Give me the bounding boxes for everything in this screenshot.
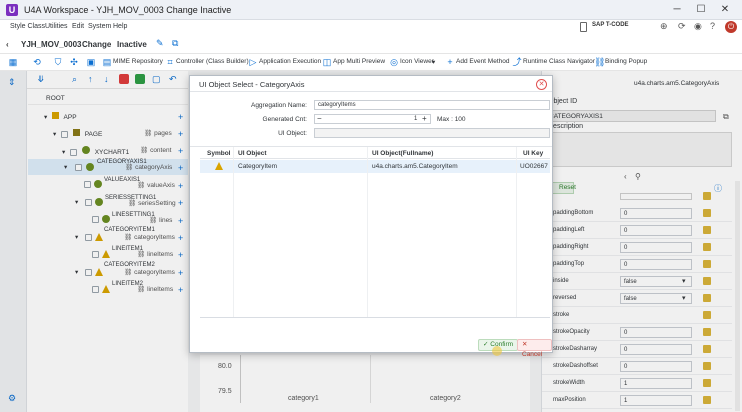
help-icon[interactable]: ? [710, 21, 715, 31]
row-ui-object: CategoryItem [238, 163, 278, 170]
status-label: Inactive [117, 40, 147, 49]
col-ui-object-fullname[interactable]: UI Object(Fullname) [372, 150, 433, 157]
menu-style-class[interactable]: Style Class [10, 23, 45, 30]
sync-icon[interactable]: ⟲ [32, 57, 42, 67]
plus-icon[interactable]: + [422, 115, 427, 123]
col-separator [367, 147, 368, 317]
window-title: U4A Workspace - YJH_MOV_0003 Change Inac… [24, 5, 232, 15]
app-id: YJH_MOV_0003 [21, 40, 82, 49]
save-icon[interactable]: ▣ [86, 57, 96, 67]
ui-object-field[interactable] [314, 128, 550, 138]
icon-viewer-icon[interactable]: ◎ [389, 57, 399, 67]
row-ui-key: UO02667 [520, 163, 548, 170]
col-symbol[interactable]: Symbol [207, 150, 230, 157]
app-header: ‹ YJH_MOV_0003 Change Inactive ✎ ⧉ [0, 35, 742, 54]
category-item-icon [215, 162, 223, 170]
dialog-header: UI Object Select - CategoryAxis ✕ [190, 76, 552, 92]
refresh-icon[interactable]: ⟳ [678, 21, 686, 32]
sap-tcode-label[interactable]: SAP T-CODE [592, 22, 629, 28]
mime-repository-button[interactable]: MIME Repository [113, 58, 163, 65]
maximize-icon[interactable]: ☐ [694, 3, 708, 17]
aggregation-name-label: Aggregation Name: [250, 102, 307, 109]
runtime-class-navigator-button[interactable]: Runtime Class Navigator [523, 58, 595, 65]
col-ui-object[interactable]: UI Object [238, 150, 267, 157]
minimize-icon[interactable]: ─ [670, 3, 684, 17]
binding-icon[interactable]: ⛓ [594, 57, 605, 67]
menu-edit[interactable]: Edit [72, 23, 84, 30]
table-header-divider [200, 158, 550, 159]
cancel-button[interactable]: ✕ Cancel [517, 339, 552, 358]
generated-cnt-label: Generated Cnt: [262, 116, 307, 123]
power-icon[interactable]: ⏻ [725, 21, 737, 33]
mime-icon[interactable]: ▤ [102, 57, 112, 67]
user-icon[interactable]: ◉ [694, 21, 702, 32]
menu-bar: Style Class Utilities Edit System Help S… [0, 20, 742, 35]
shield-icon[interactable]: ⛉ [53, 57, 63, 67]
controller-icon[interactable]: ⌗ [165, 57, 175, 67]
binding-popup-button[interactable]: Binding Popup [605, 58, 647, 65]
multi-preview-icon[interactable]: ◫ [322, 57, 332, 67]
globe-icon[interactable]: ⊕ [660, 21, 668, 32]
controller-button[interactable]: Controller (Class Builder) [176, 58, 249, 65]
ui-object-label: UI Object: [278, 130, 307, 137]
share-icon[interactable]: ✣ [69, 57, 79, 67]
window-titlebar: U U4A Workspace - YJH_MOV_0003 Change In… [0, 0, 742, 20]
mode-label: Change [82, 40, 112, 49]
tcode-icon [580, 22, 587, 32]
row-ui-object-fullname: u4a.charts.am5.CategoryItem [372, 163, 458, 170]
aggregation-name-field[interactable]: categoryItems [314, 100, 550, 110]
back-icon[interactable]: ‹ [6, 40, 9, 49]
chevron-down-icon[interactable]: ▾ [432, 58, 435, 66]
menu-system[interactable]: System [88, 23, 111, 30]
add-event-method-button[interactable]: Add Event Method [456, 58, 509, 65]
close-icon[interactable]: ✕ [536, 79, 547, 90]
navigator-icon[interactable]: ⤴ [512, 57, 522, 67]
app-logo-icon: U [6, 4, 18, 16]
max-label: Max : 100 [437, 116, 466, 123]
footer-divider [200, 317, 550, 318]
divider [190, 146, 552, 147]
icon-viewer-button[interactable]: Icon Viewer [400, 58, 434, 65]
table-row[interactable]: CategoryItem u4a.charts.am5.CategoryItem… [200, 160, 550, 173]
col-ui-key[interactable]: UI Key [523, 150, 543, 157]
col-separator [516, 147, 517, 317]
col-separator [233, 147, 234, 317]
close-icon: ✕ [522, 341, 528, 348]
link-icon[interactable]: ⧉ [172, 38, 178, 49]
minus-icon[interactable]: − [317, 115, 322, 123]
execute-icon[interactable]: ▷ [248, 57, 258, 67]
app-multi-preview-button[interactable]: App Multi Preview [333, 58, 385, 65]
menu-utilities[interactable]: Utilities [45, 23, 68, 30]
cursor-highlight [492, 346, 502, 356]
dialog-title: UI Object Select - CategoryAxis [199, 80, 305, 89]
close-icon[interactable]: ✕ [718, 3, 732, 17]
ui-object-select-dialog: UI Object Select - CategoryAxis ✕ Aggreg… [189, 75, 553, 358]
menu-help[interactable]: Help [113, 23, 127, 30]
activate-icon[interactable]: ✎ [156, 38, 164, 49]
main-toolbar: ▦ ⟲ ⛉ ✣ ▣ ▤ MIME Repository ⌗ Controller… [0, 54, 742, 71]
generated-cnt-stepper[interactable]: − 1 + [314, 114, 431, 124]
application-execution-button[interactable]: Application Execution [259, 58, 321, 65]
event-icon[interactable]: + [445, 57, 455, 67]
layout-icon[interactable]: ▦ [8, 57, 18, 67]
